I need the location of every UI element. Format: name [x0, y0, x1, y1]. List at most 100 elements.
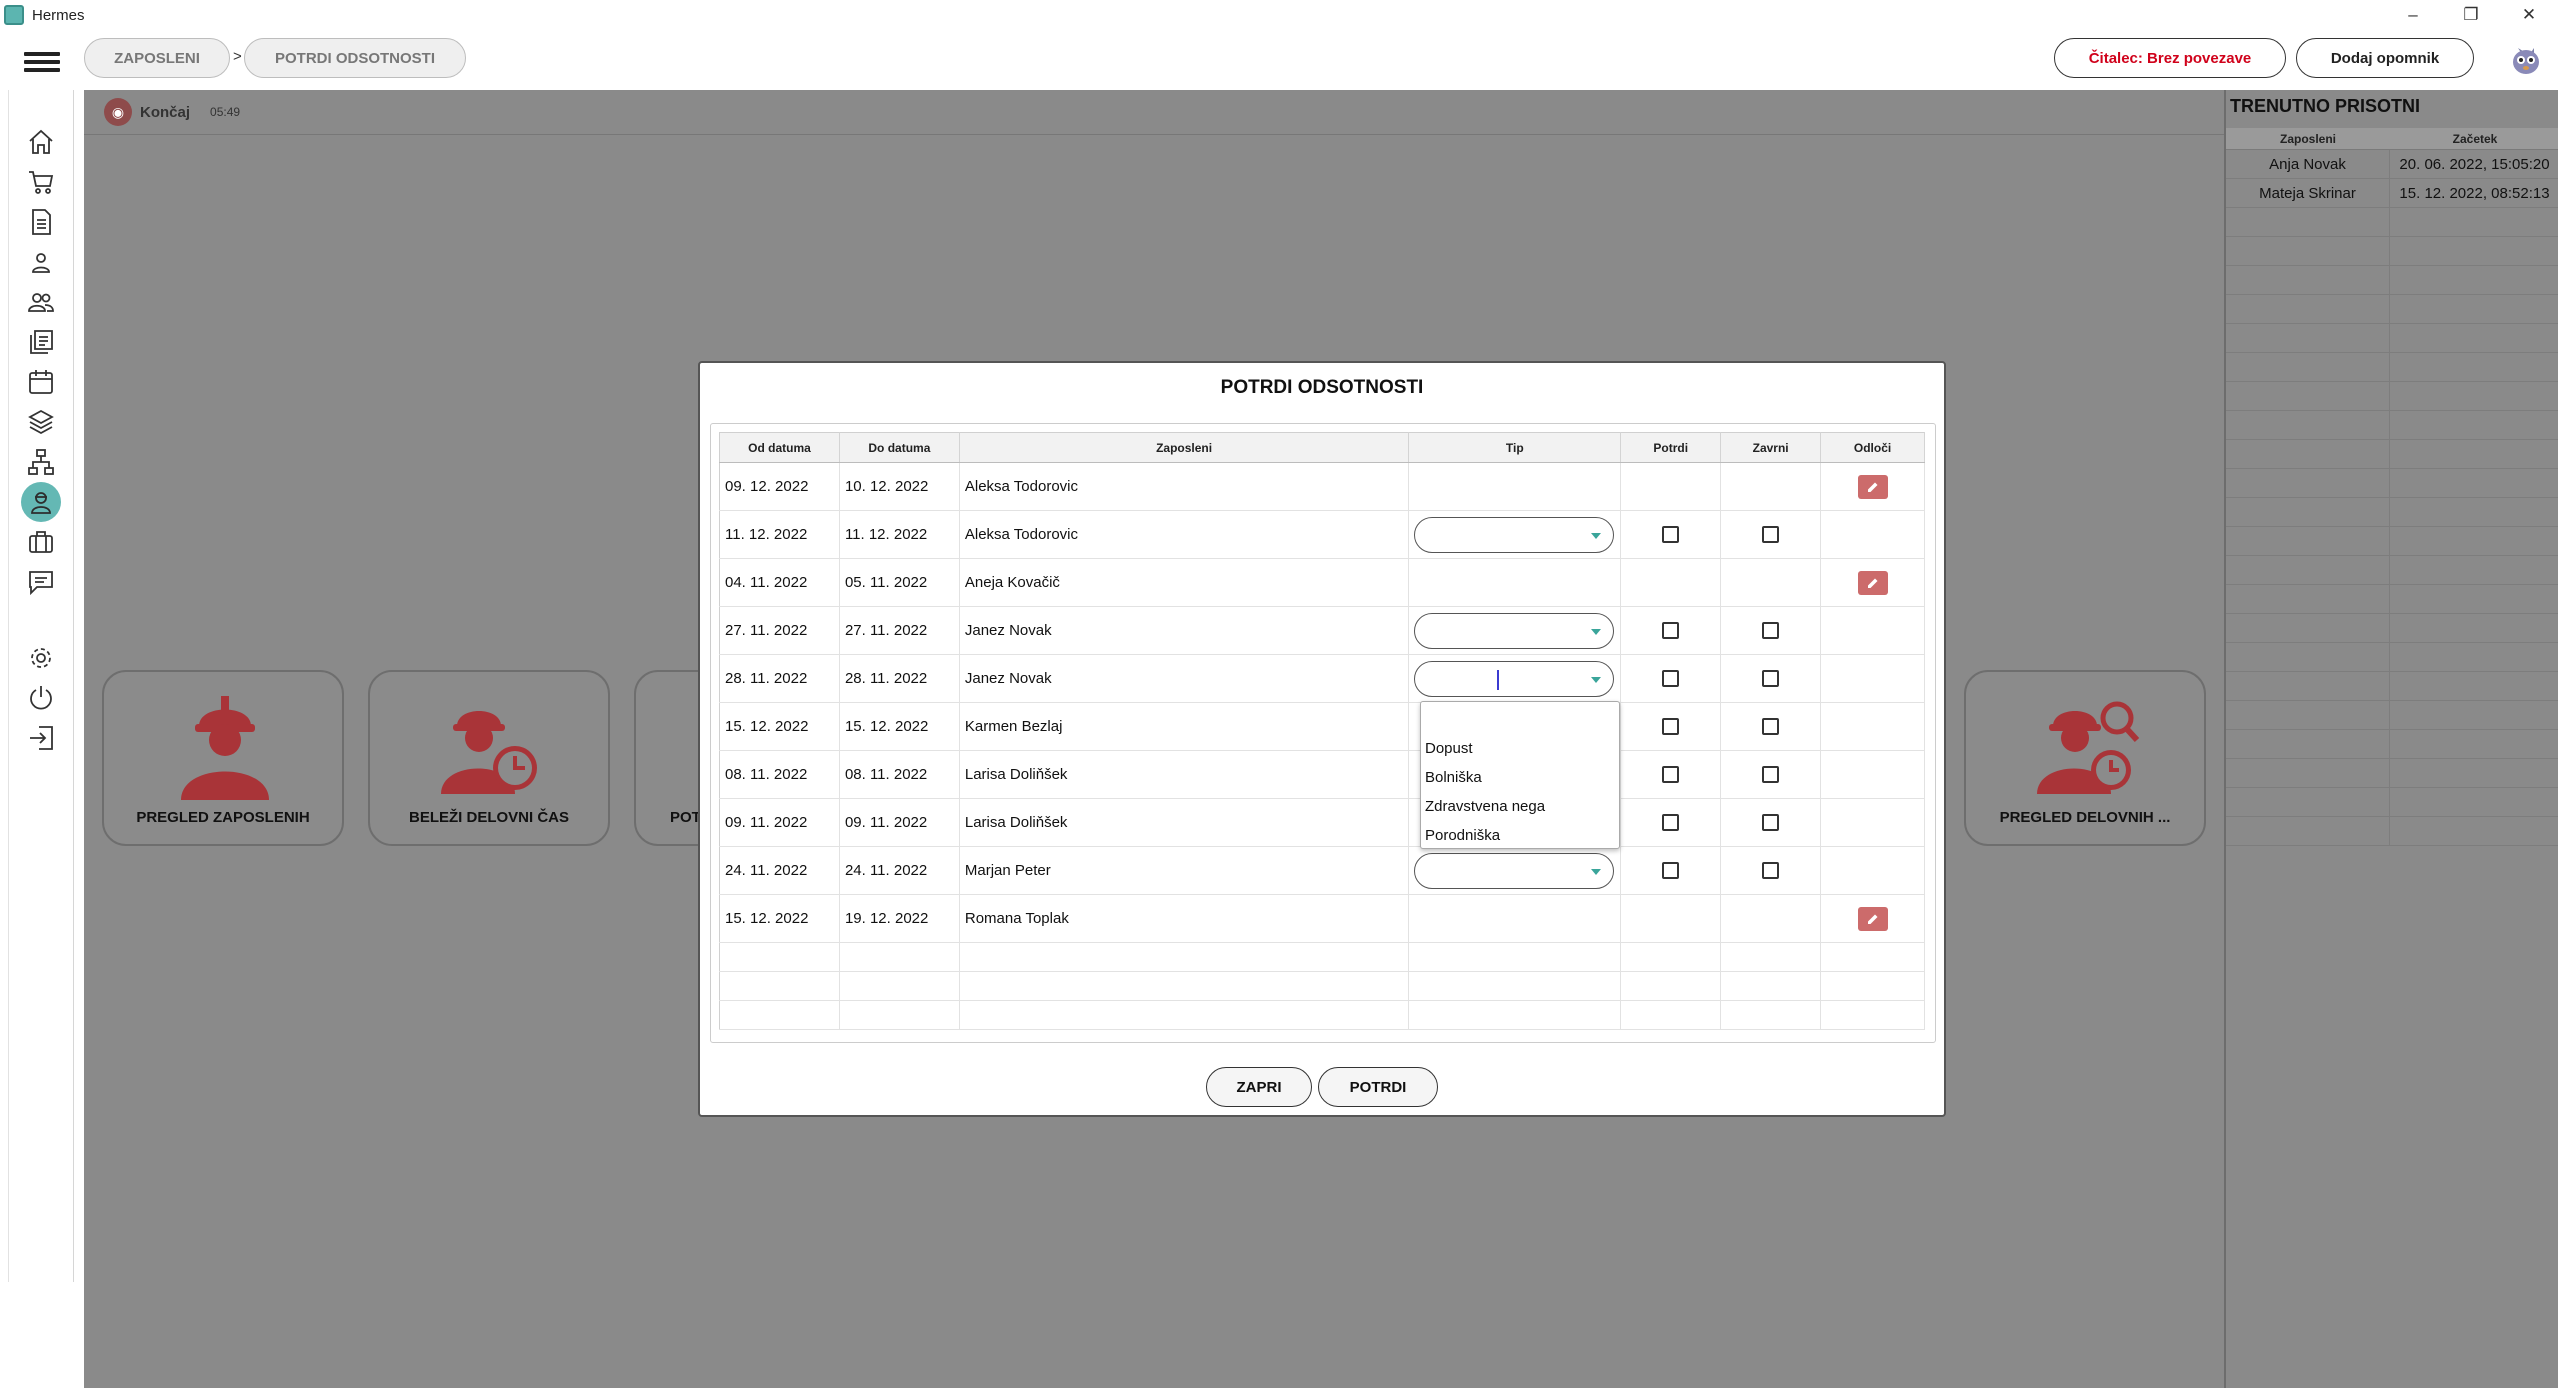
- sidebar-layers-icon[interactable]: [21, 402, 61, 442]
- reader-status-button[interactable]: Čitalec: Brez povezave: [2054, 38, 2286, 78]
- reject-checkbox[interactable]: [1762, 670, 1780, 688]
- sidebar-cart-icon[interactable]: [21, 162, 61, 202]
- worker-icon: [181, 696, 269, 800]
- column-header-tip[interactable]: Tip: [1408, 432, 1622, 463]
- user-avatar-icon[interactable]: [2506, 38, 2546, 78]
- sidebar-message-icon[interactable]: [21, 562, 61, 602]
- tile-pregled-delovnih[interactable]: PREGLED DELOVNIH ...: [1964, 670, 2206, 846]
- type-select[interactable]: [1414, 852, 1615, 889]
- breadcrumb-zaposleni[interactable]: ZAPOSLENI: [84, 38, 230, 78]
- tile-pregled-zaposlenih[interactable]: PREGLED ZAPOSLENIH: [102, 670, 344, 846]
- reject-checkbox[interactable]: [1762, 526, 1780, 544]
- table-row[interactable]: Mateja Skrinar 15. 12. 2022, 08:52:13: [2226, 179, 2558, 208]
- table-row[interactable]: 24. 11. 2022 24. 11. 2022 Marjan Peter: [719, 846, 1925, 895]
- dropdown-option-bolniska[interactable]: Bolniška: [1421, 763, 1619, 792]
- add-reminder-button[interactable]: Dodaj opomnik: [2296, 38, 2474, 78]
- table-row[interactable]: 09. 12. 2022 10. 12. 2022 Aleksa Todorov…: [719, 462, 1925, 511]
- confirm-checkbox[interactable]: [1662, 670, 1680, 688]
- sidebar-calendar-icon[interactable]: [21, 362, 61, 402]
- type-dropdown-list: Dopust Bolniška Zdravstvena nega Porodni…: [1420, 701, 1620, 849]
- confirm-button[interactable]: POTRDI: [1318, 1067, 1438, 1107]
- sidebar-briefcase-icon[interactable]: [21, 522, 61, 562]
- dropdown-option-porodniska[interactable]: Porodniška: [1421, 821, 1619, 850]
- tile-label: BELEŽI DELOVNI ČAS: [408, 809, 569, 826]
- table-row[interactable]: 27. 11. 2022 27. 11. 2022 Janez Novak: [719, 606, 1925, 655]
- reject-checkbox[interactable]: [1762, 622, 1780, 640]
- sidebar-employee-icon[interactable]: [21, 482, 61, 522]
- table-row[interactable]: 08. 11. 2022 08. 11. 2022 Larisa Doliňše…: [719, 750, 1925, 799]
- dropdown-option-dopust[interactable]: Dopust: [1421, 734, 1619, 763]
- cell-decide: [1820, 894, 1925, 943]
- confirm-checkbox[interactable]: [1662, 622, 1680, 640]
- sidebar-documents-icon[interactable]: [21, 322, 61, 362]
- confirm-checkbox[interactable]: [1662, 718, 1680, 736]
- cell-employee: Aneja Kovačič: [959, 558, 1410, 607]
- confirm-checkbox[interactable]: [1662, 766, 1680, 784]
- cell-to: 19. 12. 2022: [839, 894, 960, 943]
- table-row[interactable]: 15. 12. 2022 15. 12. 2022 Karmen Bezlaj: [719, 702, 1925, 751]
- confirm-checkbox[interactable]: [1662, 814, 1680, 832]
- sidebar-document-icon[interactable]: [21, 202, 61, 242]
- sidebar: [8, 90, 74, 1282]
- sidebar-power-icon[interactable]: [21, 678, 61, 718]
- cell-to: 15. 12. 2022: [839, 702, 960, 751]
- close-button[interactable]: ZAPRI: [1206, 1067, 1312, 1107]
- minimize-button[interactable]: –: [2384, 0, 2442, 30]
- breadcrumb-potrdi-odsotnosti[interactable]: POTRDI ODSOTNOSTI: [244, 38, 466, 78]
- table-row[interactable]: 04. 11. 2022 05. 11. 2022 Aneja Kovačič: [719, 558, 1925, 607]
- table-row[interactable]: 11. 12. 2022 11. 12. 2022 Aleksa Todorov…: [719, 510, 1925, 559]
- confirm-checkbox[interactable]: [1662, 862, 1680, 880]
- sidebar-sitemap-icon[interactable]: [21, 442, 61, 482]
- cell-from: 09. 11. 2022: [719, 798, 840, 847]
- column-header-odloci[interactable]: Odloči: [1820, 432, 1925, 463]
- cell-confirm: [1620, 558, 1722, 607]
- hamburger-menu-icon[interactable]: [24, 52, 60, 72]
- cell-type: [1408, 462, 1622, 511]
- type-select[interactable]: [1414, 612, 1615, 649]
- divider: [84, 134, 2224, 135]
- present-start: 20. 06. 2022, 15:05:20: [2390, 150, 2558, 178]
- type-select[interactable]: [1414, 516, 1615, 553]
- cell-from: 11. 12. 2022: [719, 510, 840, 559]
- cell-from: 09. 12. 2022: [719, 462, 840, 511]
- sidebar-logout-icon[interactable]: [21, 718, 61, 758]
- edit-pencil-icon[interactable]: [1857, 570, 1888, 595]
- reject-checkbox[interactable]: [1762, 814, 1780, 832]
- confirm-checkbox[interactable]: [1662, 526, 1680, 544]
- reject-checkbox[interactable]: [1762, 766, 1780, 784]
- table-row-empty: [2226, 208, 2558, 237]
- reject-checkbox[interactable]: [1762, 862, 1780, 880]
- table-row[interactable]: 15. 12. 2022 19. 12. 2022 Romana Toplak: [719, 894, 1925, 943]
- type-select-open[interactable]: [1414, 660, 1615, 697]
- restore-button[interactable]: ❐: [2442, 0, 2500, 30]
- cell-confirm: [1620, 462, 1722, 511]
- cell-to: 24. 11. 2022: [839, 846, 960, 895]
- sidebar-home-icon[interactable]: [21, 122, 61, 162]
- column-header-potrdi[interactable]: Potrdi: [1620, 432, 1722, 463]
- finish-shift-row[interactable]: ◉ Končaj 05:49: [104, 98, 240, 126]
- sidebar-settings-icon[interactable]: [21, 638, 61, 678]
- column-header-zaposleni[interactable]: Zaposleni: [959, 432, 1410, 463]
- dropdown-option-zdravstvena-nega[interactable]: Zdravstvena nega: [1421, 792, 1619, 821]
- close-window-button[interactable]: ✕: [2500, 0, 2558, 30]
- column-header-od-datuma[interactable]: Od datuma: [719, 432, 840, 463]
- table-row-empty: [2226, 585, 2558, 614]
- table-row-empty: [719, 971, 1925, 1001]
- column-header-zavrni[interactable]: Zavrni: [1720, 432, 1822, 463]
- cell-employee: Karmen Bezlaj: [959, 702, 1410, 751]
- table-row[interactable]: 28. 11. 2022 28. 11. 2022 Janez Novak: [719, 654, 1925, 703]
- edit-pencil-icon[interactable]: [1857, 474, 1888, 499]
- edit-pencil-icon[interactable]: [1857, 906, 1888, 931]
- reject-checkbox[interactable]: [1762, 718, 1780, 736]
- cell-confirm: [1620, 894, 1722, 943]
- tile-belezi-delovni-cas[interactable]: BELEŽI DELOVNI ČAS: [368, 670, 610, 846]
- table-row[interactable]: Anja Novak 20. 06. 2022, 15:05:20: [2226, 150, 2558, 179]
- table-row[interactable]: 09. 11. 2022 09. 11. 2022 Larisa Doliňše…: [719, 798, 1925, 847]
- cell-reject: [1720, 702, 1822, 751]
- column-header-do-datuma[interactable]: Do datuma: [839, 432, 960, 463]
- cell-reject: [1720, 606, 1822, 655]
- cell-type: [1408, 846, 1622, 895]
- sidebar-users-icon[interactable]: [21, 282, 61, 322]
- sidebar-user-icon[interactable]: [21, 242, 61, 282]
- cell-employee: Janez Novak: [959, 606, 1410, 655]
